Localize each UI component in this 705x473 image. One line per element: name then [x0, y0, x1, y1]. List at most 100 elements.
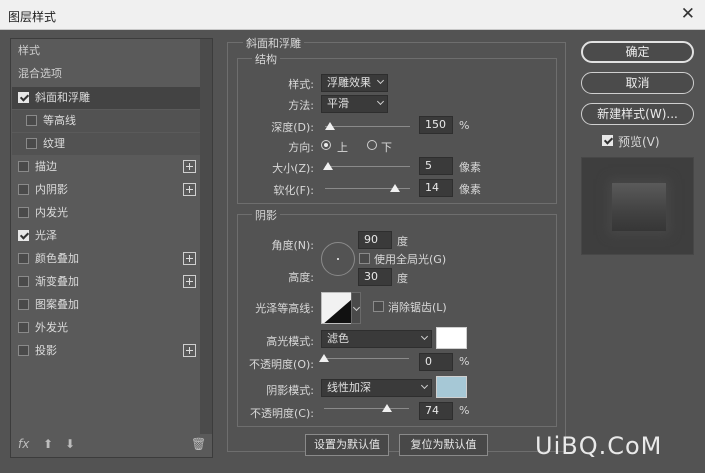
cancel-button[interactable]: 取消 — [581, 72, 694, 94]
style-checkbox[interactable] — [18, 206, 29, 218]
close-icon[interactable]: ✕ — [681, 4, 695, 24]
add-effect-icon[interactable] — [183, 344, 196, 357]
fx-icon[interactable]: fx — [18, 437, 29, 451]
angle-label: 角度(N): — [271, 239, 314, 252]
style-list-item[interactable]: 描边 — [12, 156, 200, 178]
style-list-item[interactable]: 内发光 — [12, 202, 200, 224]
global-light-label: 使用全局光(G) — [374, 253, 447, 266]
chevron-down-icon — [420, 332, 429, 341]
style-checkbox[interactable] — [26, 114, 37, 126]
preview-checkbox[interactable] — [602, 135, 613, 146]
shadow-mode-label: 阴影模式: — [266, 384, 314, 397]
altitude-label: 高度: — [288, 271, 314, 284]
add-effect-icon[interactable] — [183, 275, 196, 288]
size-label: 大小(Z): — [272, 162, 314, 175]
structure-title: 结构 — [252, 51, 280, 67]
style-list-item[interactable]: 等高线 — [12, 110, 200, 132]
preview-shape — [612, 183, 666, 231]
style-list-item-label: 样式 — [18, 44, 40, 57]
shadow-mode-select[interactable]: 线性加深 — [321, 379, 432, 397]
angle-dial[interactable] — [321, 242, 355, 276]
style-list-item-label: 颜色叠加 — [35, 252, 79, 265]
highlight-opacity-thumb[interactable] — [319, 354, 329, 362]
size-slider[interactable] — [322, 162, 410, 170]
shadow-color-swatch[interactable] — [436, 376, 467, 398]
highlight-mode-select[interactable]: 滤色 — [321, 330, 432, 348]
style-list-scrollbar[interactable] — [200, 39, 212, 434]
move-down-icon[interactable]: ⬇ — [65, 437, 75, 451]
style-list-item-label: 图案叠加 — [35, 298, 79, 311]
size-input[interactable]: 5 — [419, 157, 453, 175]
shadow-opacity-slider[interactable] — [324, 404, 409, 412]
size-slider-thumb[interactable] — [322, 162, 333, 170]
style-checkbox[interactable] — [18, 321, 29, 333]
style-list-item-label: 渐变叠加 — [35, 275, 79, 288]
set-default-button[interactable]: 设置为默认值 — [305, 434, 389, 456]
highlight-opacity-label: 不透明度(O): — [249, 358, 314, 371]
style-checkbox[interactable] — [18, 252, 29, 264]
title-bar: 图层样式 ✕ — [0, 0, 705, 30]
style-checkbox[interactable] — [18, 229, 29, 241]
style-select-value: 浮雕效果 — [327, 76, 371, 89]
style-list-item[interactable]: 图案叠加 — [12, 294, 200, 316]
contour-dropdown-button[interactable] — [351, 292, 361, 324]
soften-unit: 像素 — [459, 183, 481, 196]
depth-slider[interactable] — [325, 122, 410, 130]
direction-down-radio[interactable] — [367, 140, 377, 150]
depth-input[interactable]: 150 — [419, 116, 453, 134]
style-checkbox[interactable] — [18, 275, 29, 287]
highlight-color-swatch[interactable] — [436, 327, 467, 349]
style-select[interactable]: 浮雕效果 — [321, 74, 388, 92]
style-list-item-label: 投影 — [35, 344, 57, 357]
shadow-mode-value: 线性加深 — [327, 381, 371, 394]
chevron-down-icon — [420, 381, 429, 390]
style-list-item[interactable]: 混合选项 — [12, 63, 200, 85]
highlight-opacity-slider[interactable] — [319, 354, 409, 362]
style-checkbox[interactable] — [18, 344, 29, 356]
style-list-item[interactable]: 样式 — [12, 40, 200, 62]
size-unit: 像素 — [459, 161, 481, 174]
shadow-opacity-input[interactable]: 74 — [419, 402, 453, 420]
soften-input[interactable]: 14 — [419, 179, 453, 197]
style-list-item[interactable]: 内阴影 — [12, 179, 200, 201]
style-list-item-label: 斜面和浮雕 — [35, 91, 90, 104]
global-light-checkbox[interactable] — [359, 253, 370, 264]
direction-up-radio[interactable] — [321, 140, 331, 150]
style-list-item[interactable]: 投影 — [12, 340, 200, 362]
style-list-item-label: 描边 — [35, 160, 57, 173]
style-list-item[interactable]: 光泽 — [12, 225, 200, 247]
soften-slider-thumb[interactable] — [389, 184, 400, 192]
reset-default-button[interactable]: 复位为默认值 — [399, 434, 488, 456]
antialias-checkbox[interactable] — [373, 301, 384, 312]
style-list-item[interactable]: 颜色叠加 — [12, 248, 200, 270]
highlight-opacity-input[interactable]: 0 — [419, 353, 453, 371]
new-style-button[interactable]: 新建样式(W)... — [581, 103, 694, 125]
angle-input[interactable]: 90 — [358, 231, 392, 249]
move-up-icon[interactable]: ⬆ — [43, 437, 53, 451]
trash-icon[interactable]: 🗑 — [191, 437, 206, 451]
style-checkbox[interactable] — [26, 137, 37, 149]
add-effect-icon[interactable] — [183, 160, 196, 173]
add-effect-icon[interactable] — [183, 183, 196, 196]
depth-slider-thumb[interactable] — [325, 122, 336, 130]
style-list-item[interactable]: 渐变叠加 — [12, 271, 200, 293]
ok-button[interactable]: 确定 — [581, 41, 694, 63]
style-list-item-label: 外发光 — [35, 321, 68, 334]
style-checkbox[interactable] — [18, 160, 29, 172]
shadow-opacity-label: 不透明度(C): — [250, 407, 314, 420]
depth-label: 深度(D): — [271, 121, 314, 134]
style-checkbox[interactable] — [18, 91, 29, 103]
chevron-down-icon — [376, 97, 385, 106]
shadow-opacity-thumb[interactable] — [381, 404, 392, 412]
style-list-item[interactable]: 斜面和浮雕 — [12, 87, 200, 109]
soften-slider[interactable] — [325, 184, 410, 192]
shading-title: 阴影 — [252, 207, 280, 223]
method-select[interactable]: 平滑 — [321, 95, 388, 113]
altitude-input[interactable]: 30 — [358, 268, 392, 286]
add-effect-icon[interactable] — [183, 252, 196, 265]
style-list-item[interactable]: 外发光 — [12, 317, 200, 339]
style-checkbox[interactable] — [18, 183, 29, 195]
style-list-item[interactable]: 纹理 — [12, 133, 200, 155]
style-checkbox[interactable] — [18, 298, 29, 310]
preview-label: 预览(V) — [618, 135, 660, 149]
